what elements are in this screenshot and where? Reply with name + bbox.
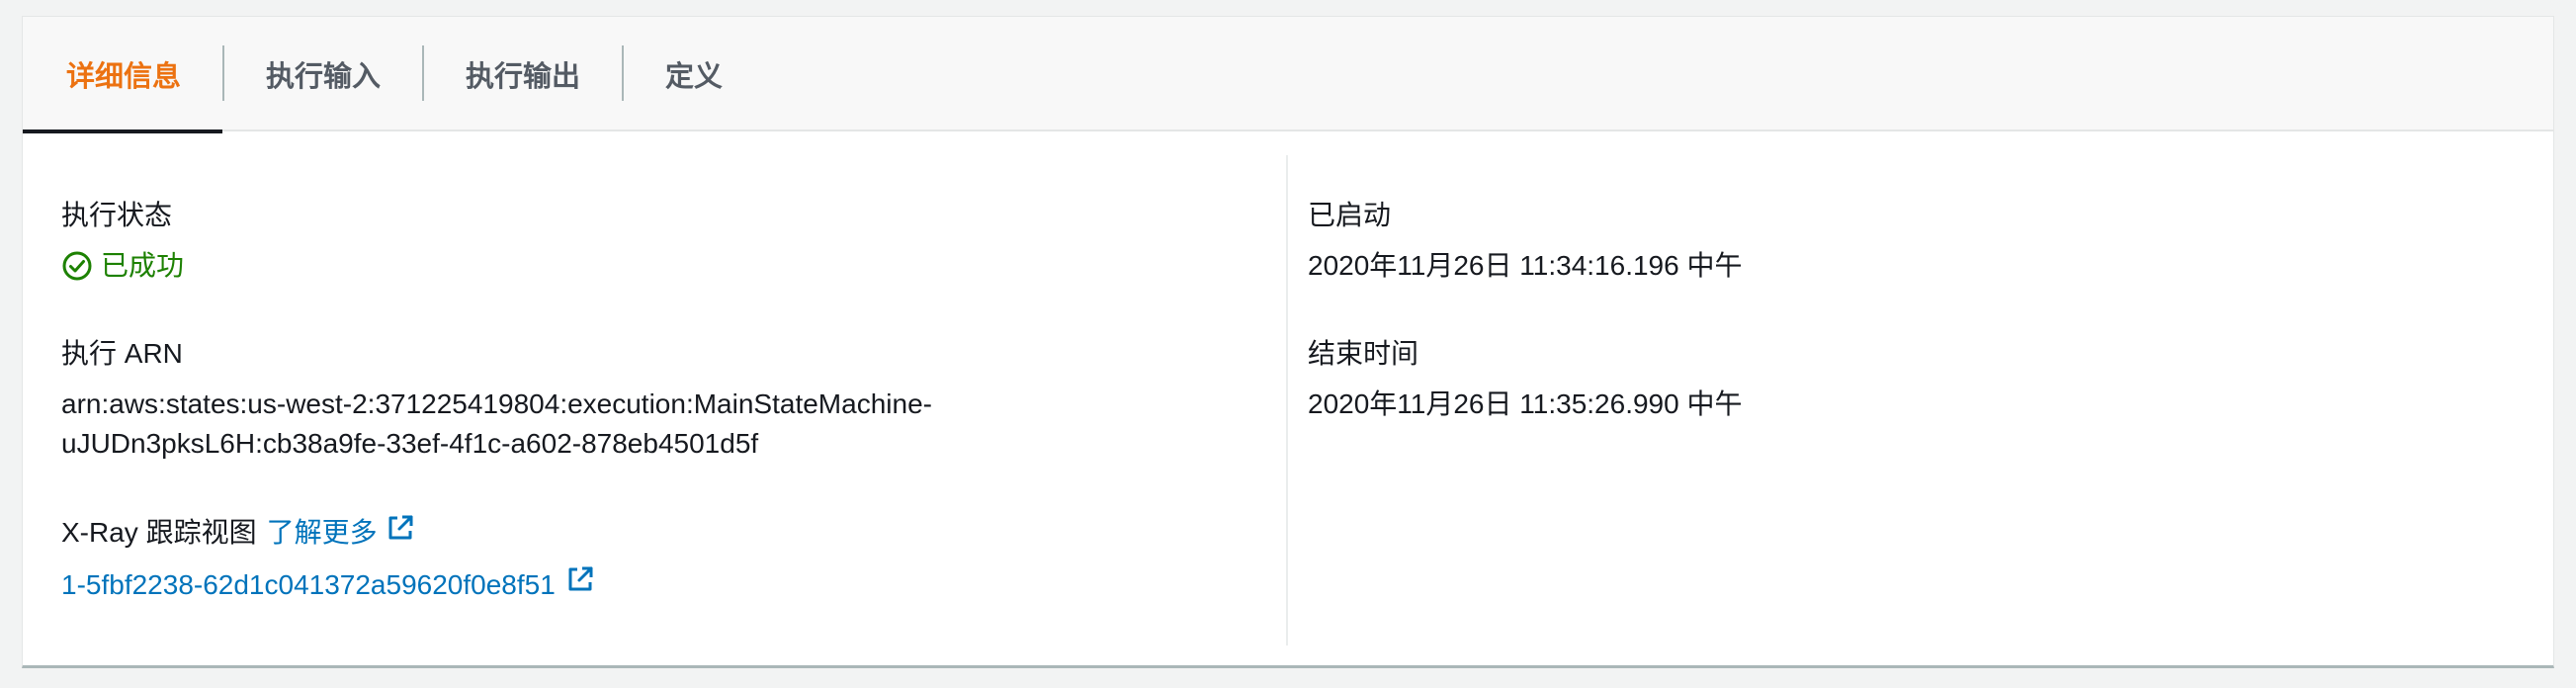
end-time-field: 结束时间 2020年11月26日 11:35:26.990 中午 <box>1308 335 1742 424</box>
started-field: 已启动 2020年11月26日 11:34:16.196 中午 <box>1308 197 1742 286</box>
tab-definition[interactable]: 定义 <box>624 17 764 131</box>
xray-label: X-Ray 跟踪视图 <box>61 517 257 548</box>
execution-arn-label: 执行 ARN <box>61 338 183 369</box>
started-value: 2020年11月26日 11:34:16.196 中午 <box>1308 250 1743 281</box>
execution-details-panel: 详细信息 执行输入 执行输出 定义 执行状态 已成功 执行 ARN arn:aw… <box>22 16 2554 668</box>
execution-arn-line1: arn:aws:states:us-west-2:371225419804:ex… <box>61 388 932 419</box>
end-time-label: 结束时间 <box>1308 338 1419 369</box>
check-circle-icon <box>61 250 93 282</box>
execution-status-label: 执行状态 <box>61 200 173 230</box>
tab-details[interactable]: 详细信息 <box>23 17 223 133</box>
xray-trace-link[interactable]: 1-5fbf2238-62d1c041372a59620f0e8f51 <box>61 564 595 605</box>
status-value: 已成功 <box>101 250 185 281</box>
tab-execution-output[interactable]: 执行输出 <box>424 17 622 131</box>
external-link-icon <box>386 513 415 553</box>
end-time-value: 2020年11月26日 11:35:26.990 中午 <box>1308 388 1743 419</box>
tab-bar: 详细信息 执行输入 执行输出 定义 <box>23 17 2553 133</box>
xray-trace-field: X-Ray 跟踪视图 了解更多 1-5fbf2238-62d1c041372a5… <box>61 513 595 605</box>
execution-status-field: 执行状态 已成功 <box>61 197 184 286</box>
xray-trace-id: 1-5fbf2238-62d1c041372a59620f0e8f51 <box>61 568 556 600</box>
column-divider <box>1286 155 1288 645</box>
started-label: 已启动 <box>1308 200 1392 230</box>
execution-arn-line2: uJUDn3pksL6H:cb38a9fe-33ef-4f1c-a602-878… <box>61 428 759 459</box>
status-badge: 已成功 <box>61 246 184 286</box>
learn-more-link[interactable]: 了解更多 <box>267 513 415 553</box>
xray-label-row: X-Ray 跟踪视图 了解更多 <box>61 513 415 553</box>
execution-arn-field: 执行 ARN arn:aws:states:us-west-2:37122541… <box>61 335 932 464</box>
tab-execution-input[interactable]: 执行输入 <box>224 17 422 131</box>
learn-more-text: 了解更多 <box>266 517 378 548</box>
details-content: 执行状态 已成功 执行 ARN arn:aws:states:us-west-2… <box>23 133 2553 665</box>
external-link-icon <box>565 564 595 605</box>
